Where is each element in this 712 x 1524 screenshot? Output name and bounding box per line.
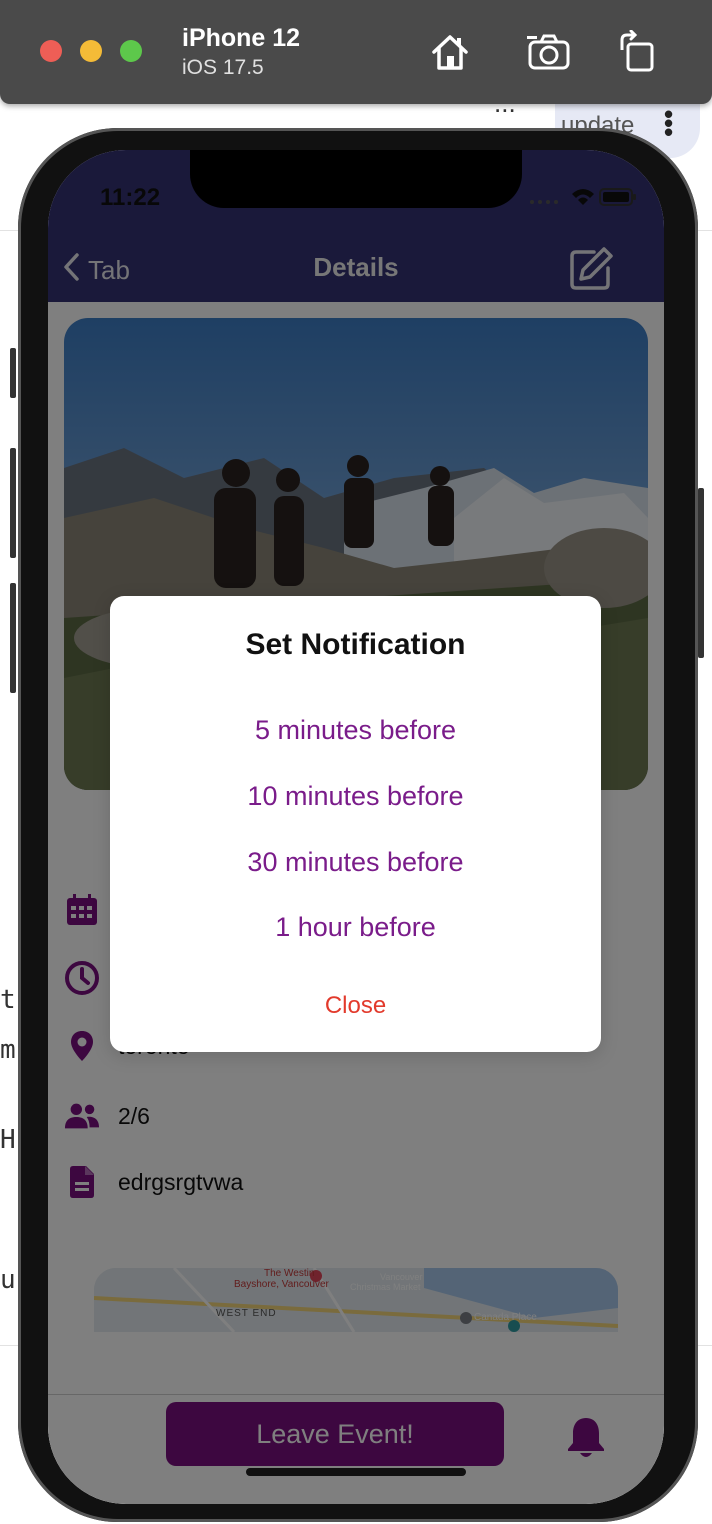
- phone-screen: 11:22 Tab Details: [48, 150, 664, 1504]
- editor-text: t: [0, 985, 16, 1015]
- rotate-icon[interactable]: [616, 29, 660, 74]
- dialog-title: Set Notification: [245, 628, 466, 661]
- camera-icon[interactable]: [527, 30, 571, 74]
- option-10-minutes[interactable]: 10 minutes before: [110, 768, 601, 824]
- side-button: [10, 348, 16, 398]
- editor-text: H: [0, 1125, 16, 1155]
- zoom-window-button[interactable]: [120, 40, 142, 62]
- home-icon[interactable]: [428, 30, 472, 74]
- home-indicator: [246, 1468, 466, 1476]
- close-button[interactable]: Close: [110, 978, 601, 1034]
- simulator-titlebar: iPhone 12 iOS 17.5: [0, 0, 712, 104]
- minimize-window-button[interactable]: [80, 40, 102, 62]
- more-options-icon[interactable]: • • •: [664, 101, 674, 145]
- device-name: iPhone 12: [182, 24, 301, 52]
- editor-text: u: [0, 1265, 16, 1295]
- option-30-minutes[interactable]: 30 minutes before: [110, 834, 601, 890]
- editor-text: m: [0, 1035, 16, 1065]
- set-notification-dialog: Set Notification 5 minutes before 10 min…: [110, 596, 601, 1052]
- device-os-version: iOS 17.5: [182, 56, 264, 79]
- side-button: [10, 448, 16, 558]
- close-window-button[interactable]: [40, 40, 62, 62]
- side-button: [10, 583, 16, 693]
- side-button: [698, 488, 704, 658]
- option-1-hour[interactable]: 1 hour before: [110, 899, 601, 955]
- option-5-minutes[interactable]: 5 minutes before: [110, 702, 601, 758]
